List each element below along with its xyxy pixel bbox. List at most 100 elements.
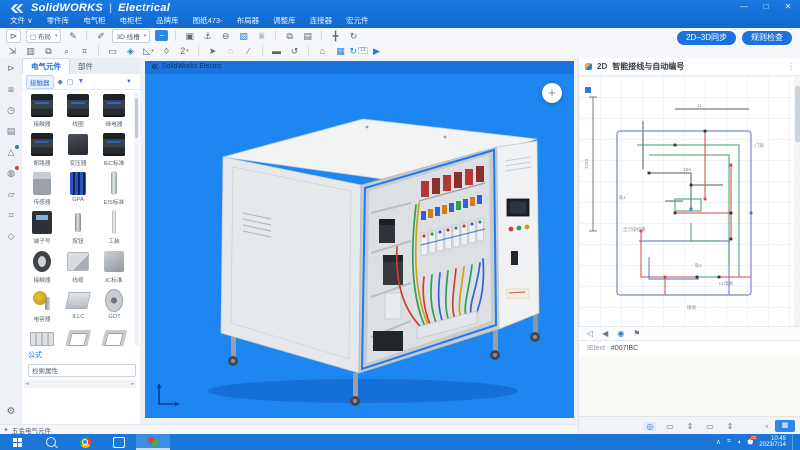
align-v-icon[interactable]: ⇕ <box>724 422 736 431</box>
part-item-7[interactable]: GPA <box>60 170 96 206</box>
tab-parts[interactable]: 部件 <box>70 59 101 74</box>
point-down-icon[interactable]: ◊ <box>160 45 173 57</box>
select-pointer-icon[interactable]: ⊳ <box>4 62 18 74</box>
tab-electrical-parts[interactable]: 电气元件 <box>22 58 70 74</box>
target-icon[interactable]: ◎ <box>644 422 656 431</box>
hoist-icon[interactable]: ⚓ <box>201 30 214 42</box>
menu-item-2[interactable]: 电气柜 <box>83 15 106 26</box>
schematic-scrollbar[interactable] <box>794 76 800 326</box>
security-shield-icon[interactable]: ⬟01 <box>747 438 753 446</box>
menu-item-4[interactable]: 品牌库 <box>156 15 179 26</box>
part-item-6[interactable]: 传感器 <box>24 170 60 206</box>
arc-arrow-icon[interactable]: ↺ <box>288 45 301 57</box>
part-item-16[interactable]: ILLC <box>60 287 96 323</box>
ramp-tool-icon[interactable]: ◺▾ <box>142 45 155 57</box>
clipboard-icon[interactable]: ⧉ <box>283 30 296 42</box>
filter-icon[interactable]: ▼ <box>78 78 85 86</box>
folder-image-icon[interactable]: ▱ <box>4 188 18 200</box>
part-item-15[interactable]: 电容器 <box>24 287 60 323</box>
link-icon[interactable]: ⌗ <box>4 209 18 221</box>
part-item-0[interactable]: 接触器 <box>24 92 60 128</box>
lasso-icon[interactable]: ◌ <box>224 45 237 57</box>
cube-icon[interactable]: ⧈ <box>4 83 18 95</box>
sync-2d-3d-button[interactable]: 2D–3D同步 <box>677 31 736 45</box>
zoom-window-icon[interactable]: ⌗ <box>78 45 91 57</box>
menu-item-6[interactable]: 布局器 <box>237 15 260 26</box>
measure-arrow-icon[interactable]: ➤ <box>206 45 219 57</box>
part-item-5[interactable]: IEC标准 <box>96 131 132 167</box>
panel-more-icon[interactable]: ⋮ <box>787 62 795 71</box>
formula-search-input[interactable] <box>28 364 136 377</box>
box-view-icon[interactable]: ▢ <box>67 78 74 86</box>
settings-tree-icon[interactable]: ⚙ <box>4 406 18 418</box>
taskbar-chrome-button[interactable] <box>68 434 102 450</box>
taskbar-search-button[interactable] <box>34 434 68 450</box>
chevron-up-icon[interactable]: ∧ <box>716 438 721 446</box>
part-item-9[interactable]: 端子号 <box>24 209 60 245</box>
folder-search-icon[interactable]: ⌕ <box>60 45 73 57</box>
layout-select-dropdown[interactable]: ▢ 布局▾ <box>26 29 61 43</box>
parts-grid-scrollbar[interactable] <box>134 92 139 346</box>
part-item-14[interactable]: IC标准 <box>96 248 132 284</box>
alignment-caret-icon[interactable]: ∨ <box>765 423 769 430</box>
diamond-tool-icon[interactable]: ◈ <box>124 45 137 57</box>
part-item-17[interactable]: GOT <box>96 287 132 323</box>
menu-item-1[interactable]: 零件库 <box>47 15 70 26</box>
start-button[interactable] <box>0 434 34 450</box>
move-icon[interactable]: ╋ <box>329 30 342 42</box>
back-icon[interactable]: ◁ <box>587 329 593 338</box>
minimize-button[interactable]: — <box>738 2 750 11</box>
history-clock-icon[interactable]: ◷ <box>4 104 18 116</box>
part-item-12[interactable]: 接触器 <box>24 248 60 284</box>
printer-icon[interactable]: ▤ <box>301 30 314 42</box>
part-item-10[interactable]: 按钮 <box>60 209 96 245</box>
part-item-11[interactable]: 工装 <box>96 209 132 245</box>
document-icon[interactable]: ▤ <box>4 125 18 137</box>
menu-item-8[interactable]: 连接器 <box>310 15 333 26</box>
distribute-h-icon[interactable]: ▭ <box>664 422 676 431</box>
schematic-canvas[interactable]: 11轨14B6门限全刀操控限轨2LL电路接地1250 <box>579 76 793 326</box>
part-item-8[interactable]: EIS标准 <box>96 170 132 206</box>
menu-item-0[interactable]: 文件 ∨ <box>10 15 33 26</box>
menu-item-9[interactable]: 宏元件 <box>346 15 369 26</box>
duct-select-dropdown[interactable]: 3D 线槽▾ <box>112 29 150 43</box>
award-icon[interactable]: ♕ <box>255 30 268 42</box>
collapse-button[interactable]: − <box>155 30 168 41</box>
image-insert-icon[interactable]: ▨ <box>237 30 250 42</box>
play-icon[interactable]: ▶ <box>370 45 383 57</box>
export-icon[interactable]: ⇲ <box>6 45 19 57</box>
rectangle-tool-icon[interactable]: ▭ <box>106 45 119 57</box>
align-h-icon[interactable]: ▭ <box>704 422 716 431</box>
taskbar-clock[interactable]: 10:45 2023/7/14 <box>759 436 786 449</box>
flat-bar-icon[interactable]: ▬ <box>270 45 283 57</box>
hscroll-left-icon[interactable]: ◂ <box>26 381 29 387</box>
taskbar-solidworks-electrical-button[interactable] <box>136 434 170 450</box>
taskbar-app-button[interactable] <box>102 434 136 450</box>
network-icon[interactable]: ⌗ <box>727 438 731 446</box>
level-2-icon[interactable]: 2▾ <box>178 45 191 57</box>
category-chip[interactable]: 接触器 <box>26 75 54 89</box>
menu-item-7[interactable]: 调整库 <box>273 15 296 26</box>
distribute-v-icon[interactable]: ⇕ <box>684 422 696 431</box>
rotate-icon[interactable]: ↻ <box>347 30 360 42</box>
print-drawing-icon[interactable]: ▥ <box>24 45 37 57</box>
monitor-icon[interactable]: ▦ <box>334 45 347 57</box>
back-all-icon[interactable]: ◀ <box>602 329 608 338</box>
hscroll-right-icon[interactable]: ▸ <box>131 381 134 387</box>
show-desktop-button[interactable] <box>792 434 796 450</box>
viewport-3d[interactable]: SolidWorks Electric + <box>145 61 574 418</box>
slope-icon[interactable]: ∕ <box>242 45 255 57</box>
notifications-icon[interactable]: ◍ <box>4 167 18 179</box>
part-item-4[interactable]: 变压器 <box>60 131 96 167</box>
maximize-button[interactable]: □ <box>760 2 772 11</box>
part-item-13[interactable]: 线缆 <box>60 248 96 284</box>
part-item-18[interactable]: IEC标准 <box>24 326 60 346</box>
circle-cutout-icon[interactable]: ⊖ <box>219 30 232 42</box>
filter-dropdown-icon[interactable]: ▼ <box>126 79 132 85</box>
part-item-2[interactable]: 继电器 <box>96 92 132 128</box>
refresh-icon[interactable]: ↻13 <box>352 45 365 57</box>
droplet-icon[interactable]: ◆ <box>58 78 63 86</box>
part-item-19[interactable]: 专用 <box>60 326 96 346</box>
menu-item-5[interactable]: 图纸473- <box>193 15 223 26</box>
home-view-icon[interactable]: ⌂ <box>316 45 329 57</box>
